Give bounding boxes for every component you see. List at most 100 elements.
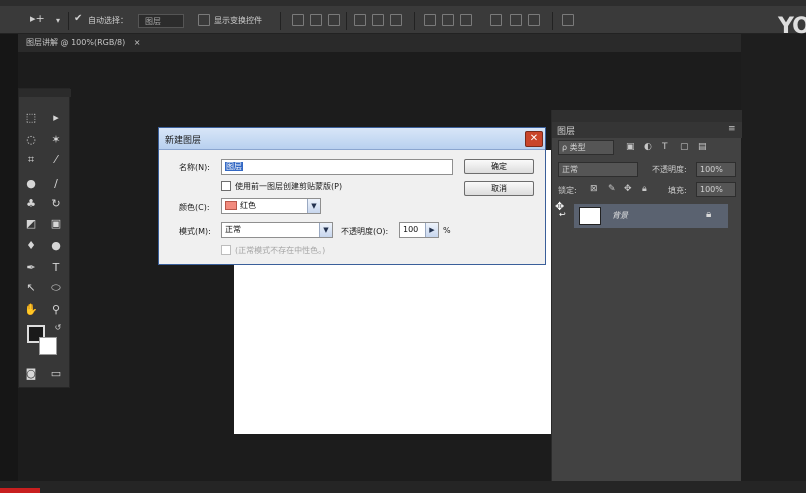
- layer-row[interactable]: 背景 🔒︎: [574, 204, 728, 228]
- document-tab[interactable]: 图层讲解 @ 100%(RGB/8) ×: [26, 36, 140, 50]
- clip-mask-label: 使用前一图层创建剪贴蒙版(P): [235, 182, 343, 191]
- name-label: 名称(N):: [179, 163, 210, 172]
- clip-mask-checkbox[interactable]: [221, 181, 231, 191]
- filter-shape-icon[interactable]: ▢: [680, 142, 689, 152]
- auto-select-check-icon[interactable]: ✔: [74, 12, 82, 26]
- neutral-fill-checkbox[interactable]: [221, 245, 231, 255]
- chevron-right-icon[interactable]: ▶: [425, 223, 438, 237]
- opacity-unit: %: [443, 226, 451, 235]
- fill-field[interactable]: 100%: [696, 182, 736, 197]
- zoom-tool-icon[interactable]: ⚲: [49, 303, 63, 317]
- lock-image-icon[interactable]: ✎: [608, 184, 616, 194]
- layer-filter-dropdown[interactable]: ρ 类型: [558, 140, 614, 155]
- name-input-value: 图层: [225, 162, 243, 171]
- new-layer-dialog: 新建图层 ✕ 名称(N): 图层 使用前一图层创建剪贴蒙版(P) 颜色(C): …: [158, 127, 546, 265]
- screen-mode-icon[interactable]: ▭: [49, 367, 63, 381]
- cancel-button[interactable]: 取消: [464, 181, 534, 196]
- neutral-fill-label: (正常模式不存在中性色。): [235, 246, 326, 255]
- lock-transparent-icon[interactable]: ⊠: [590, 184, 598, 194]
- crop-tool-icon[interactable]: ⌗: [24, 153, 38, 167]
- tool-preset-chevron-icon[interactable]: ▾: [56, 14, 60, 28]
- move-tool-icon[interactable]: ▸+: [30, 12, 45, 26]
- mode-select[interactable]: 正常 ▼: [221, 222, 333, 238]
- auto-select-dropdown[interactable]: 图层: [138, 14, 184, 28]
- cursor-arrow-icon: ↩: [559, 210, 566, 219]
- lasso-tool-icon[interactable]: ◌: [24, 133, 38, 147]
- menu-strip: [0, 0, 806, 6]
- layers-tab[interactable]: 图层 ≡: [552, 122, 742, 138]
- align-right-icon[interactable]: [390, 14, 402, 26]
- align-top-icon[interactable]: [292, 14, 304, 26]
- tools-panel-grip[interactable]: [19, 89, 71, 97]
- opacity-label: 不透明度:: [652, 165, 687, 174]
- fill-label: 填充:: [668, 186, 687, 195]
- pen-tool-icon[interactable]: ✒: [24, 261, 38, 275]
- shape-tool-icon[interactable]: ⬭: [49, 281, 63, 295]
- opacity-input[interactable]: 100 ▶: [399, 222, 439, 238]
- status-bar: [0, 481, 806, 493]
- quick-mask-icon[interactable]: ◙: [24, 367, 38, 381]
- type-tool-icon[interactable]: T: [49, 261, 63, 275]
- separator: [280, 12, 281, 30]
- mode-select-value: 正常: [225, 225, 241, 234]
- swap-colors-icon[interactable]: ↺: [51, 321, 65, 335]
- gradient-tool-icon[interactable]: ▣: [49, 217, 63, 231]
- opacity-input-value: 100: [403, 225, 419, 234]
- move-tool-icon[interactable]: ▸: [49, 111, 63, 125]
- layer-lock-icon: 🔒︎: [706, 209, 712, 220]
- tools-panel: ⬚ ▸ ◌ ✶ ⌗ ⁄ ● ∕ ♣ ↻ ◩ ▣ ♦ ● ✒ T ↖ ⬭ ✋ ⚲ …: [18, 88, 71, 388]
- background-color-swatch[interactable]: [39, 337, 57, 355]
- filter-smart-object-icon[interactable]: ▤: [698, 142, 707, 152]
- layers-panel-title: 图层: [557, 127, 576, 137]
- layers-filter-row: ρ 类型 ▣ ◐ T ▢ ▤: [558, 140, 736, 158]
- right-workspace-edge: [741, 34, 806, 493]
- distribute-right-icon[interactable]: [528, 14, 540, 26]
- align-hcenter-icon[interactable]: [372, 14, 384, 26]
- layers-panel-grip[interactable]: [552, 110, 742, 122]
- blur-tool-icon[interactable]: ♦: [24, 239, 38, 253]
- distribute-bottom-icon[interactable]: [460, 14, 472, 26]
- align-bottom-icon[interactable]: [328, 14, 340, 26]
- dialog-close-button[interactable]: ✕: [525, 131, 543, 147]
- document-tab-bar: 图层讲解 @ 100%(RGB/8) ×: [18, 34, 806, 52]
- lock-label: 锁定:: [558, 186, 577, 195]
- magic-wand-tool-icon[interactable]: ✶: [49, 133, 63, 147]
- distribute-vcenter-icon[interactable]: [442, 14, 454, 26]
- dialog-title-bar[interactable]: 新建图层 ✕: [159, 128, 545, 150]
- distribute-top-icon[interactable]: [424, 14, 436, 26]
- blend-mode-dropdown[interactable]: 正常: [558, 162, 638, 177]
- panel-menu-icon[interactable]: ≡: [728, 124, 736, 134]
- options-bar: ▸+ ▾ ✔ 自动选择： 图层 显示变换控件 YO: [0, 0, 806, 39]
- hand-tool-icon[interactable]: ✋: [24, 303, 38, 317]
- dodge-tool-icon[interactable]: ●: [49, 239, 63, 253]
- chevron-down-icon[interactable]: ▼: [319, 223, 332, 237]
- filter-type-icon[interactable]: T: [662, 142, 668, 152]
- distribute-left-icon[interactable]: [490, 14, 502, 26]
- auto-align-icon[interactable]: [562, 14, 574, 26]
- filter-adjustment-icon[interactable]: ◐: [644, 142, 652, 152]
- healing-tool-icon[interactable]: ●: [24, 177, 38, 191]
- show-transform-checkbox[interactable]: [198, 14, 210, 26]
- path-selection-tool-icon[interactable]: ↖: [24, 281, 38, 295]
- distribute-hcenter-icon[interactable]: [510, 14, 522, 26]
- brush-tool-icon[interactable]: ∕: [49, 177, 63, 191]
- document-tab-close-icon[interactable]: ×: [134, 38, 141, 47]
- chevron-down-icon[interactable]: ▼: [307, 199, 320, 213]
- clone-stamp-tool-icon[interactable]: ♣: [24, 197, 38, 211]
- name-input[interactable]: 图层: [221, 159, 453, 175]
- opacity-field[interactable]: 100%: [696, 162, 736, 177]
- align-vcenter-icon[interactable]: [310, 14, 322, 26]
- separator: [346, 12, 347, 30]
- history-brush-tool-icon[interactable]: ↻: [49, 197, 63, 211]
- lock-position-icon[interactable]: ✥: [624, 184, 632, 194]
- filter-pixel-icon[interactable]: ▣: [626, 142, 635, 152]
- marquee-tool-icon[interactable]: ⬚: [24, 111, 38, 125]
- video-progress-bar: [0, 488, 40, 493]
- eyedropper-tool-icon[interactable]: ⁄: [49, 153, 63, 167]
- ok-button[interactable]: 确定: [464, 159, 534, 174]
- lock-all-icon[interactable]: 🔒︎: [642, 184, 647, 194]
- align-left-icon[interactable]: [354, 14, 366, 26]
- left-edge: [0, 34, 18, 493]
- color-select[interactable]: 红色 ▼: [221, 198, 321, 214]
- eraser-tool-icon[interactable]: ◩: [24, 217, 38, 231]
